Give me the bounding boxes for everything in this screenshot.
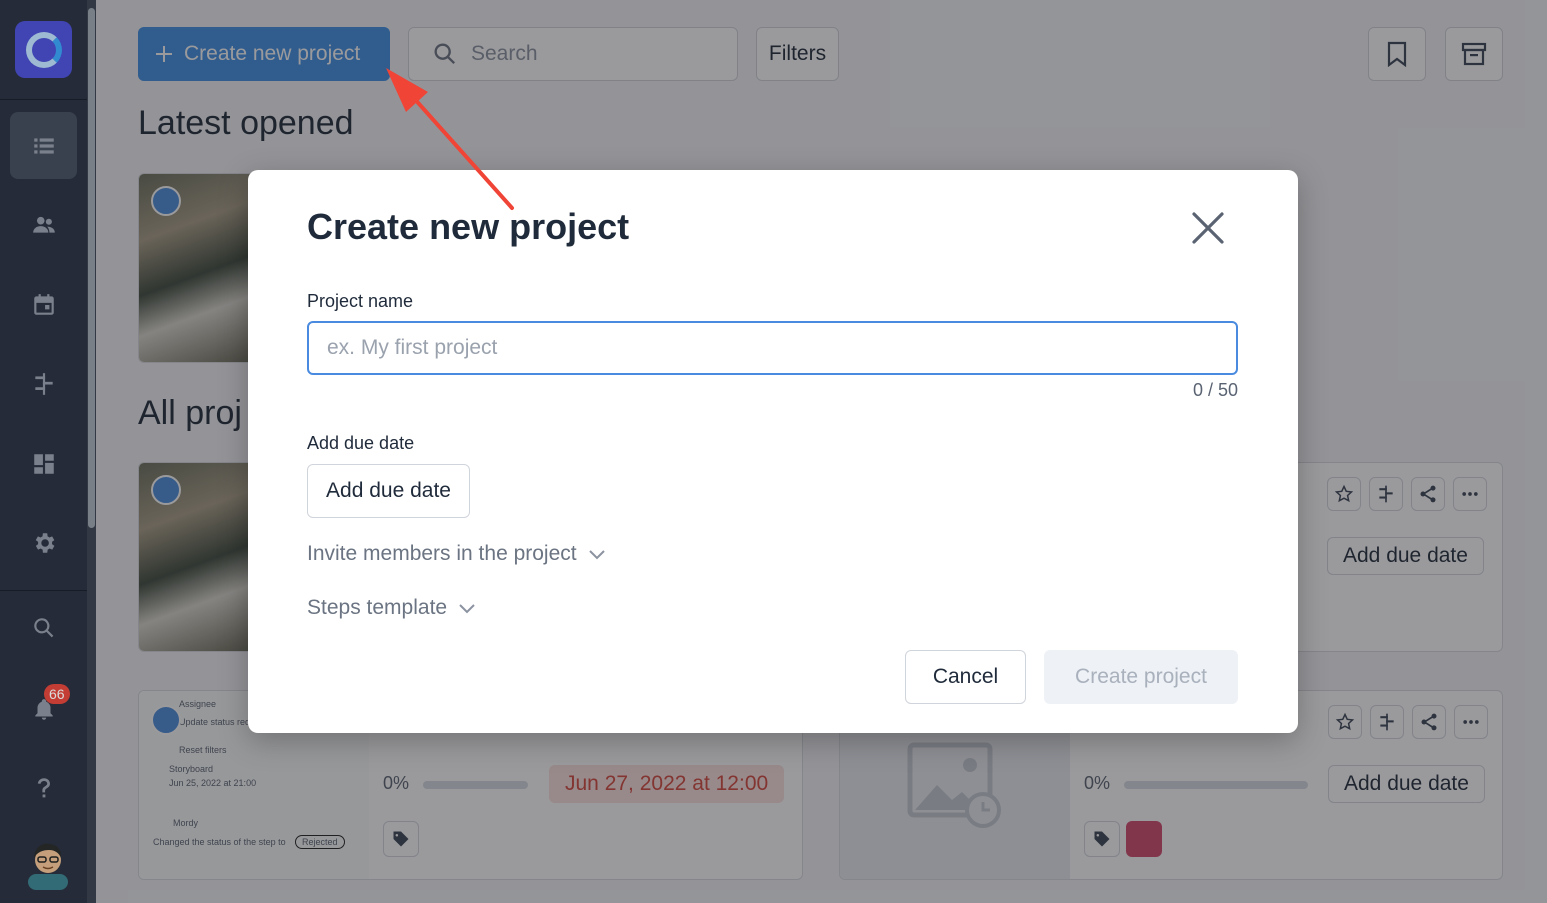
invite-members-toggle[interactable]: Invite members in the project (307, 542, 607, 566)
annotation-arrow-icon (386, 68, 514, 210)
chevron-down-icon (588, 550, 605, 560)
character-counter: 0 / 50 (1192, 380, 1238, 400)
cancel-button[interactable]: Cancel (905, 650, 1026, 704)
dialog-title: Create new project (307, 206, 630, 247)
sidebar-backdrop (0, 0, 96, 903)
due-date-label: Add due date (307, 433, 415, 453)
create-project-submit-button[interactable]: Create project (1044, 650, 1238, 704)
chevron-down-icon (459, 604, 475, 614)
steps-template-label: Steps template (307, 596, 448, 619)
create-project-dialog: Create new project Project name 0 / 50 A… (248, 170, 1298, 733)
invite-members-label: Invite members in the project (307, 542, 577, 565)
project-name-label: Project name (307, 291, 414, 311)
project-name-input[interactable] (307, 321, 1238, 375)
steps-template-toggle[interactable]: Steps template (307, 596, 477, 620)
close-icon (1192, 212, 1224, 244)
add-due-date-button[interactable]: Add due date (307, 464, 470, 518)
close-button[interactable] (1188, 208, 1228, 248)
